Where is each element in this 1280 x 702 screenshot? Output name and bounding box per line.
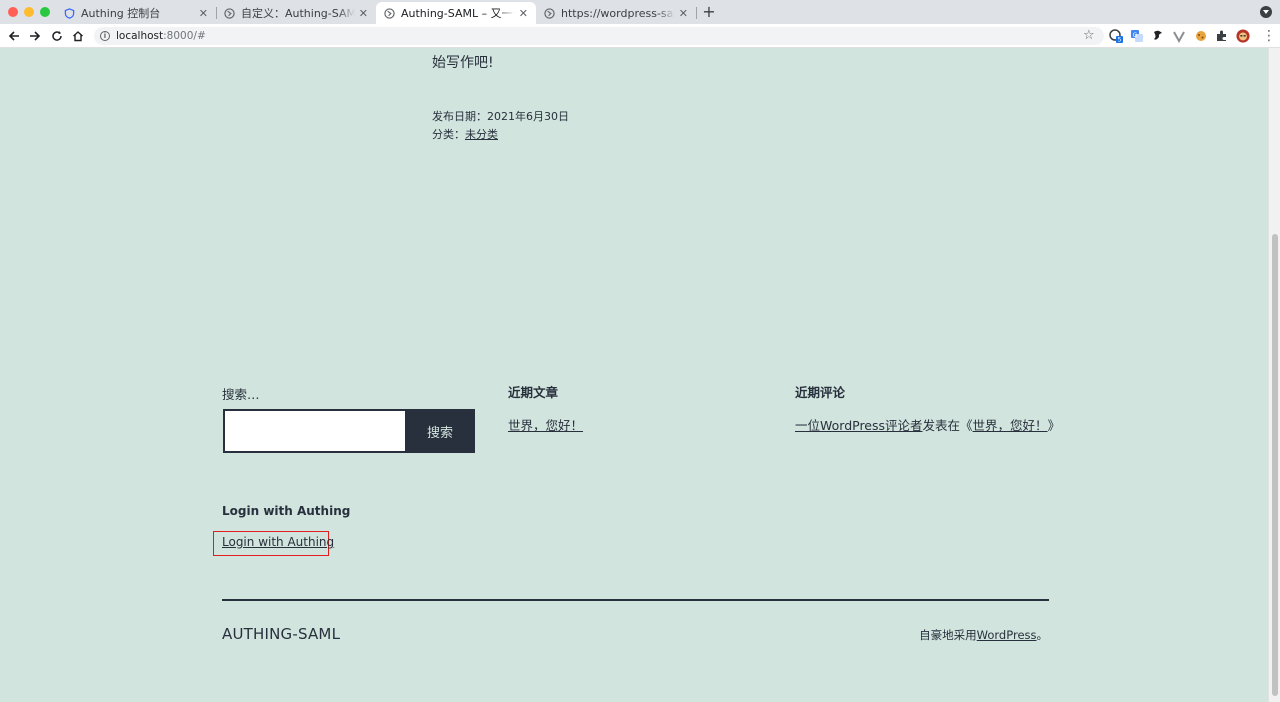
footer-divider (222, 599, 1049, 601)
browser-toolbar: i localhost:8000/# ☆ 5 G ⋮ (0, 24, 1280, 48)
post-content-tail: 始写作吧! (432, 55, 494, 71)
shield-icon (64, 7, 75, 19)
globe-icon (384, 7, 395, 19)
tab-title: Authing-SAML – 又一个W (401, 7, 515, 20)
powered-prefix: 自豪地采用 (919, 628, 977, 642)
puzzle-icon[interactable] (1215, 29, 1229, 43)
home-icon (73, 31, 83, 42)
window-minimize-button[interactable] (24, 7, 34, 17)
tab-customize[interactable]: 自定义：Authing-SAML – ✕ (216, 2, 376, 24)
post-published: 发布日期：2021年6月30日 (432, 108, 569, 124)
v-icon[interactable] (1172, 29, 1186, 43)
reload-icon (52, 31, 62, 41)
tab-search-icon[interactable] (1260, 6, 1272, 18)
powered-suffix: 。 (1036, 628, 1049, 642)
arrow-left-icon (8, 31, 19, 41)
comment-post-link[interactable]: 世界，您好！ (973, 418, 1048, 433)
new-tab-button[interactable]: + (700, 3, 718, 21)
close-icon[interactable]: ✕ (359, 7, 368, 20)
close-icon[interactable]: ✕ (519, 7, 528, 20)
cookie-icon[interactable] (1194, 29, 1208, 43)
tab-title: 自定义：Authing-SAML – (241, 7, 355, 20)
address-host: localhost (116, 30, 164, 42)
translate-icon[interactable]: G (1130, 29, 1144, 43)
home-button[interactable] (70, 28, 86, 44)
recent-posts-heading: 近期文章 (508, 385, 559, 400)
address-bar[interactable]: i localhost:8000/# (94, 27, 1104, 45)
globe-icon (224, 7, 235, 19)
comment-connector: 发表在《 (922, 418, 973, 433)
extension-badge-icon[interactable]: 5 (1109, 29, 1123, 43)
tab-title: https://wordpress-saml.a (561, 6, 675, 20)
profile-avatar-icon[interactable] (1236, 29, 1250, 43)
tab-divider (696, 7, 697, 19)
category-link[interactable]: 未分类 (465, 128, 498, 141)
recent-comments-heading: 近期评论 (795, 385, 846, 400)
tab-wordpress-saml[interactable]: https://wordpress-saml.a ✕ (536, 2, 696, 24)
scrollbar-thumb[interactable] (1272, 234, 1278, 696)
bookmark-star-icon[interactable]: ☆ (1083, 28, 1095, 43)
globe-icon (544, 7, 555, 19)
powered-by: 自豪地采用WordPress。 (919, 627, 1048, 643)
site-title[interactable]: AUTHING-SAML (222, 625, 340, 643)
tab-title: Authing 控制台 (81, 7, 161, 20)
login-widget-heading: Login with Authing (222, 504, 351, 518)
comment-author-link[interactable]: 一位WordPress评论者 (795, 418, 923, 433)
vpn-icon[interactable] (1151, 29, 1165, 43)
comment-closer: 》 (1047, 418, 1061, 433)
address-path: :8000/# (163, 30, 206, 42)
browser-menu-button[interactable]: ⋮ (1262, 28, 1276, 44)
category-label: 分类： (432, 128, 465, 141)
recent-comment-item: 一位WordPress评论者发表在《世界，您好！》 (795, 415, 1060, 434)
search-widget-label: 搜索… (222, 387, 260, 402)
close-icon[interactable]: ✕ (679, 7, 688, 20)
tab-authing-saml[interactable]: Authing-SAML – 又一个W ✕ (376, 2, 536, 24)
window-maximize-button[interactable] (40, 7, 50, 17)
page-scrollbar[interactable] (1268, 48, 1280, 702)
arrow-right-icon (30, 31, 41, 41)
window-close-button[interactable] (8, 7, 18, 17)
post-category: 分类：未分类 (432, 126, 498, 142)
wordpress-link[interactable]: WordPress (977, 628, 1037, 642)
tab-authing-console[interactable]: Authing 控制台 ✕ (56, 2, 216, 24)
login-with-authing-link[interactable]: Login with Authing (222, 535, 334, 549)
info-icon[interactable]: i (100, 31, 110, 41)
reload-button[interactable] (49, 28, 65, 44)
svg-text:G: G (1133, 32, 1138, 39)
published-date: 2021年6月30日 (487, 110, 569, 123)
back-button[interactable] (6, 28, 22, 44)
search-input[interactable] (223, 409, 406, 453)
tab-bar: Authing 控制台 ✕ 自定义：Authing-SAML – ✕ Authi… (0, 0, 1280, 24)
recent-post-link[interactable]: 世界，您好！ (508, 415, 583, 434)
forward-button[interactable] (27, 28, 43, 44)
search-button[interactable]: 搜索 (405, 409, 475, 453)
published-label: 发布日期： (432, 110, 487, 123)
svg-text:5: 5 (1118, 37, 1122, 43)
close-icon[interactable]: ✕ (199, 7, 208, 20)
